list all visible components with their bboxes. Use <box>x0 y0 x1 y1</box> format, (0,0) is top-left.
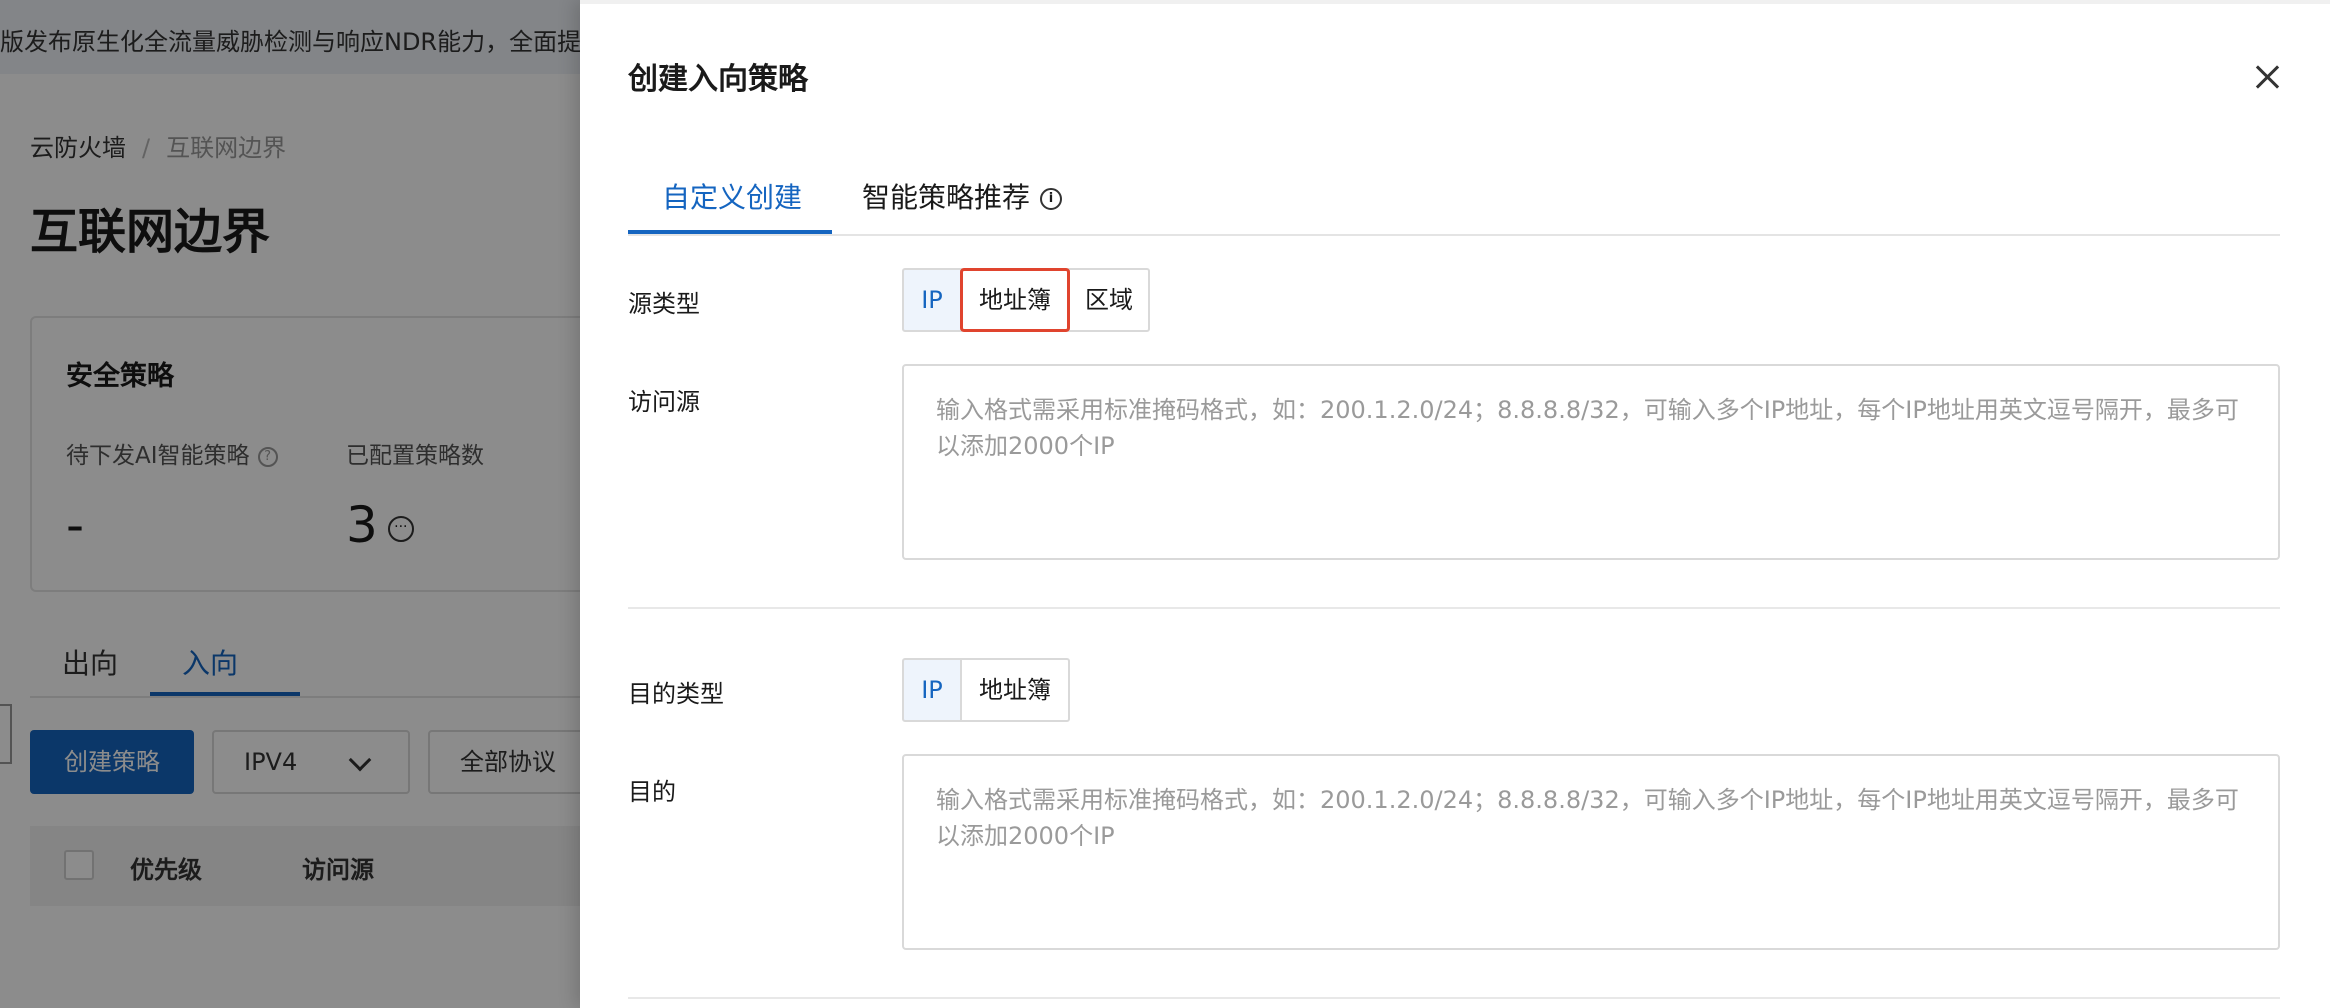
source-type-address-book[interactable]: 地址簿 <box>960 268 1070 332</box>
dest-type-segmented: IP 地址簿 <box>902 658 1070 722</box>
tab-smart-recommend[interactable]: 智能策略推荐 i <box>862 176 1063 216</box>
active-tab-indicator <box>628 230 832 234</box>
source-label: 访问源 <box>628 388 700 416</box>
tab-custom-create[interactable]: 自定义创建 <box>662 176 802 216</box>
drawer-top-border <box>580 0 2330 4</box>
info-icon[interactable]: i <box>1040 188 1063 210</box>
dest-type-ip[interactable]: IP <box>902 658 962 722</box>
dest-label: 目的 <box>628 778 676 806</box>
source-type-segmented: IP 地址簿 区域 <box>902 268 1150 332</box>
modal-overlay[interactable] <box>0 0 580 1008</box>
source-type-label: 源类型 <box>628 290 700 318</box>
source-type-region[interactable]: 区域 <box>1068 268 1150 332</box>
create-inbound-policy-drawer: 创建入向策略 自定义创建 智能策略推荐 i 源类型 IP 地址簿 区域 访问源 输… <box>580 0 2330 1008</box>
dest-textarea[interactable]: 输入格式需采用标准掩码格式，如：200.1.2.0/24；8.8.8.8/32，… <box>902 754 2280 950</box>
close-icon[interactable] <box>2248 58 2288 98</box>
section-divider <box>628 607 2280 609</box>
drawer-title: 创建入向策略 <box>628 62 808 97</box>
create-mode-tabs: 自定义创建 智能策略推荐 i <box>628 168 2280 236</box>
section-divider <box>628 997 2280 999</box>
source-textarea[interactable]: 输入格式需采用标准掩码格式，如：200.1.2.0/24；8.8.8.8/32，… <box>902 364 2280 560</box>
dest-type-label: 目的类型 <box>628 680 724 708</box>
dest-type-address-book[interactable]: 地址簿 <box>960 658 1070 722</box>
source-type-ip[interactable]: IP <box>902 268 962 332</box>
